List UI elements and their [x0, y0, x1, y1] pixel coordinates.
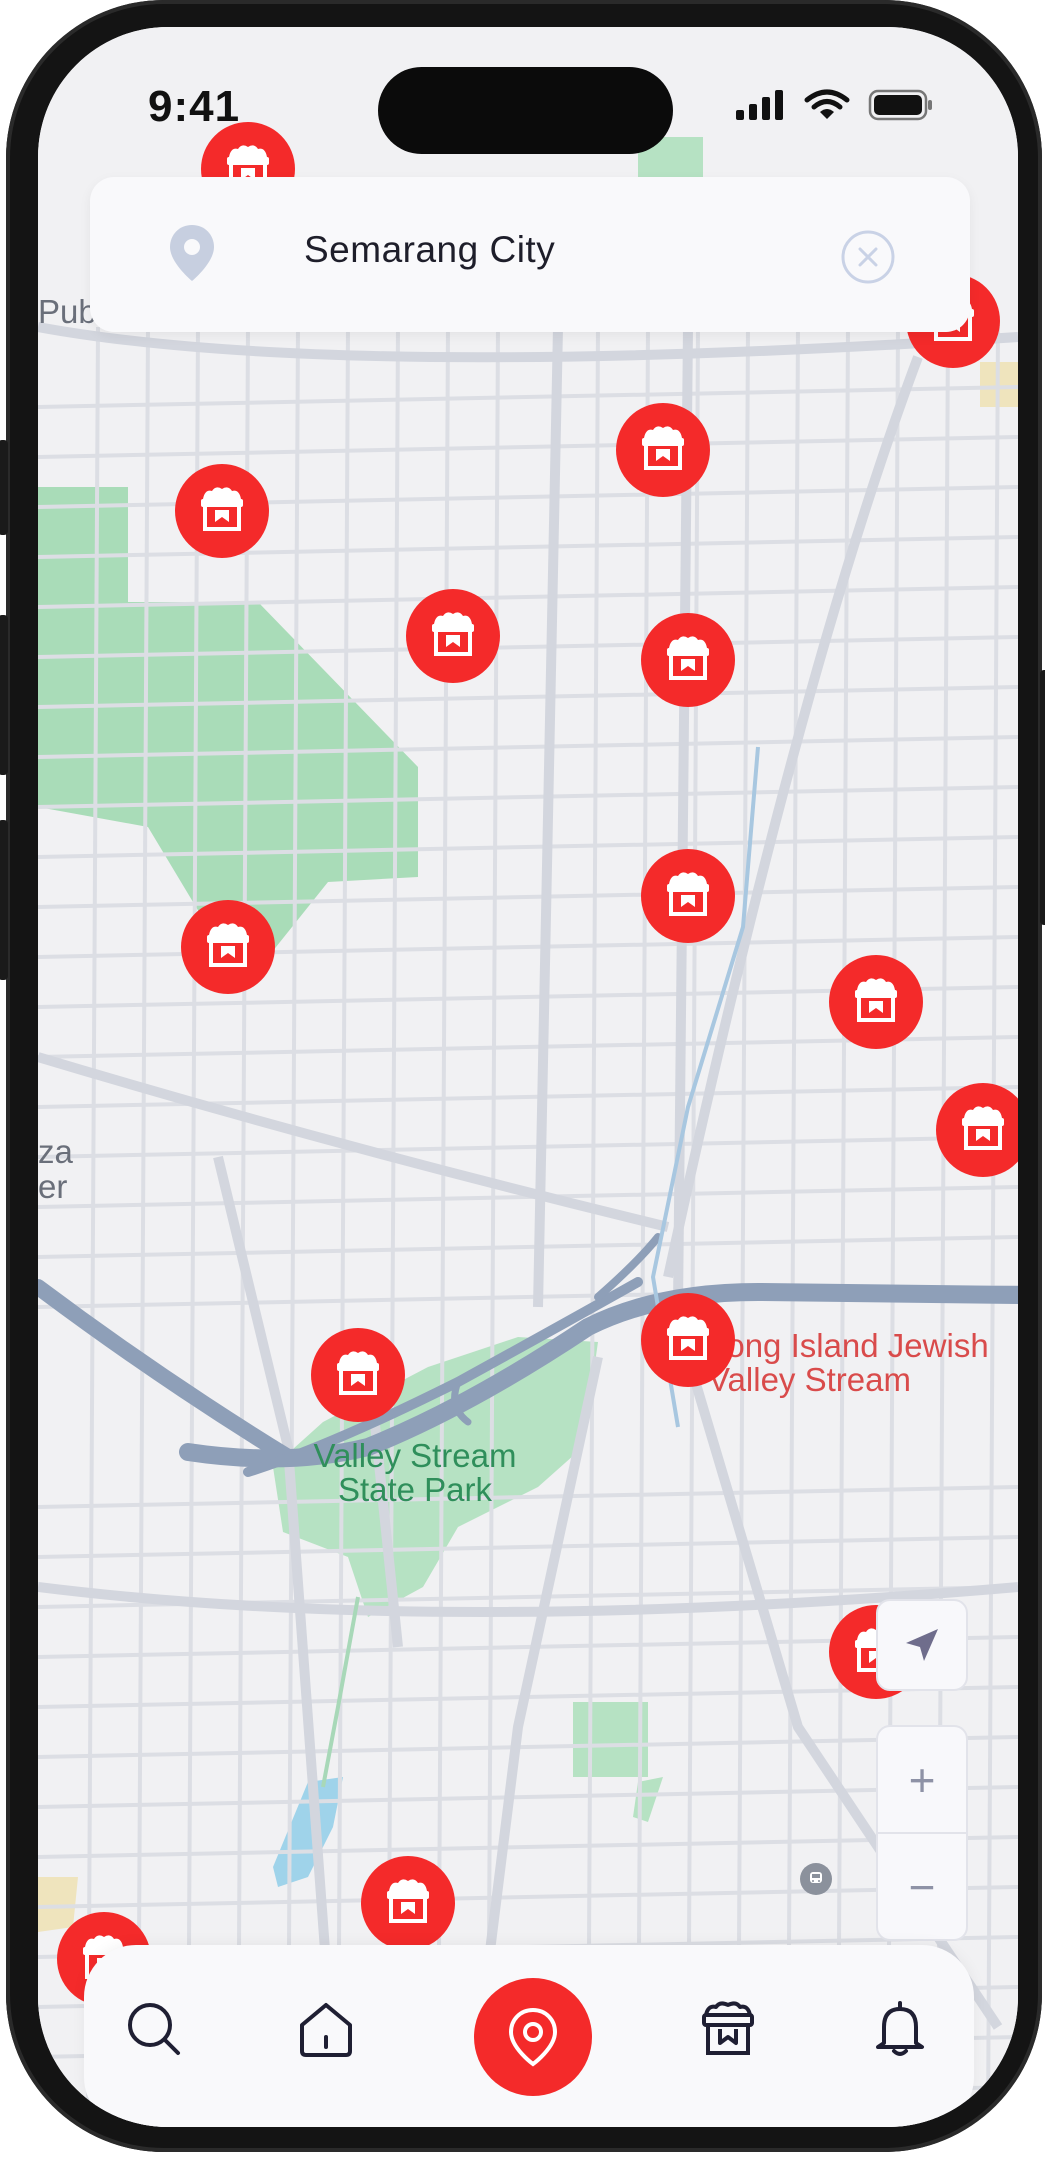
- power-button: [1040, 670, 1045, 925]
- cellular-signal-icon: [736, 90, 783, 120]
- store-marker[interactable]: [641, 849, 735, 943]
- nav-home[interactable]: [294, 1997, 358, 2061]
- status-time: 9:41: [148, 82, 241, 131]
- volume-up-button: [0, 615, 8, 775]
- store-icon: [663, 1314, 713, 1367]
- phone-frame: Pub za er Valley Stream State Park Long …: [0, 0, 1045, 2152]
- map-label-hospital-line2: Valley Stream: [708, 1361, 911, 1398]
- map-label-park-line1: Valley Stream: [313, 1437, 517, 1474]
- nav-notifications[interactable]: [868, 1997, 932, 2061]
- store-icon: [203, 921, 253, 974]
- nav-map-active[interactable]: [474, 1978, 592, 2096]
- mute-switch: [0, 440, 8, 535]
- search-icon: [128, 2003, 180, 2055]
- navigation-arrow-icon: [906, 1629, 938, 1661]
- store-marker[interactable]: [311, 1328, 405, 1422]
- store-icon: [638, 424, 688, 477]
- zoom-in-label: +: [908, 1753, 936, 1806]
- map-label-park: Valley Stream State Park: [300, 1439, 530, 1507]
- store-icon: [333, 1349, 383, 1402]
- store-icon: [428, 610, 478, 663]
- store-marker[interactable]: [829, 955, 923, 1049]
- map-label-hospital[interactable]: Long Island Jewish Valley Stream: [708, 1329, 1018, 1397]
- store-icon: [663, 870, 713, 923]
- transit-station-icon[interactable]: [800, 1863, 832, 1895]
- map-label-edge-left-2: er: [38, 1168, 68, 1205]
- zoom-out-label: −: [908, 1860, 936, 1913]
- screen: Pub za er Valley Stream State Park Long …: [38, 27, 1018, 2127]
- location-text[interactable]: Semarang City: [304, 229, 555, 271]
- my-location-button[interactable]: [876, 1599, 968, 1691]
- location-search-bar[interactable]: Semarang City: [90, 177, 970, 332]
- bottom-navigation: [84, 1945, 974, 2127]
- store-marker[interactable]: [406, 589, 500, 683]
- map-label-park-line2: State Park: [337, 1471, 493, 1508]
- zoom-out-button[interactable]: −: [878, 1834, 966, 1939]
- map-label-hospital-line1: Long Island Jewish: [708, 1327, 989, 1364]
- store-marker[interactable]: [641, 1293, 735, 1387]
- store-marker[interactable]: [616, 403, 710, 497]
- clear-search-icon[interactable]: [840, 229, 896, 285]
- zoom-controls: + −: [876, 1725, 968, 1941]
- store-icon: [663, 634, 713, 687]
- dynamic-island: [378, 67, 673, 154]
- store-icon: [851, 976, 901, 1029]
- map-canvas[interactable]: [38, 27, 1018, 2127]
- location-pin-icon: [508, 2007, 558, 2067]
- store-icon: [702, 2001, 754, 2055]
- status-bar: 9:41: [38, 27, 1018, 177]
- store-marker[interactable]: [361, 1856, 455, 1950]
- bell-icon: [876, 2001, 924, 2056]
- store-marker[interactable]: [641, 613, 735, 707]
- volume-down-button: [0, 820, 8, 980]
- store-marker[interactable]: [181, 900, 275, 994]
- wifi-icon: [804, 89, 850, 119]
- battery-icon: [868, 89, 932, 121]
- store-icon: [197, 485, 247, 538]
- map-label-edge-top: Pub: [38, 293, 97, 330]
- location-pin-icon: [170, 225, 214, 281]
- map-view[interactable]: [38, 27, 1018, 2127]
- map-label-edge-left-1: za: [38, 1133, 73, 1170]
- home-icon: [300, 2003, 352, 2057]
- status-icons: [736, 89, 934, 121]
- nav-search[interactable]: [122, 1997, 186, 2061]
- zoom-in-button[interactable]: +: [878, 1727, 966, 1832]
- store-icon: [383, 1877, 433, 1930]
- nav-stores[interactable]: [696, 1997, 760, 2061]
- store-icon: [958, 1104, 1008, 1157]
- store-marker[interactable]: [175, 464, 269, 558]
